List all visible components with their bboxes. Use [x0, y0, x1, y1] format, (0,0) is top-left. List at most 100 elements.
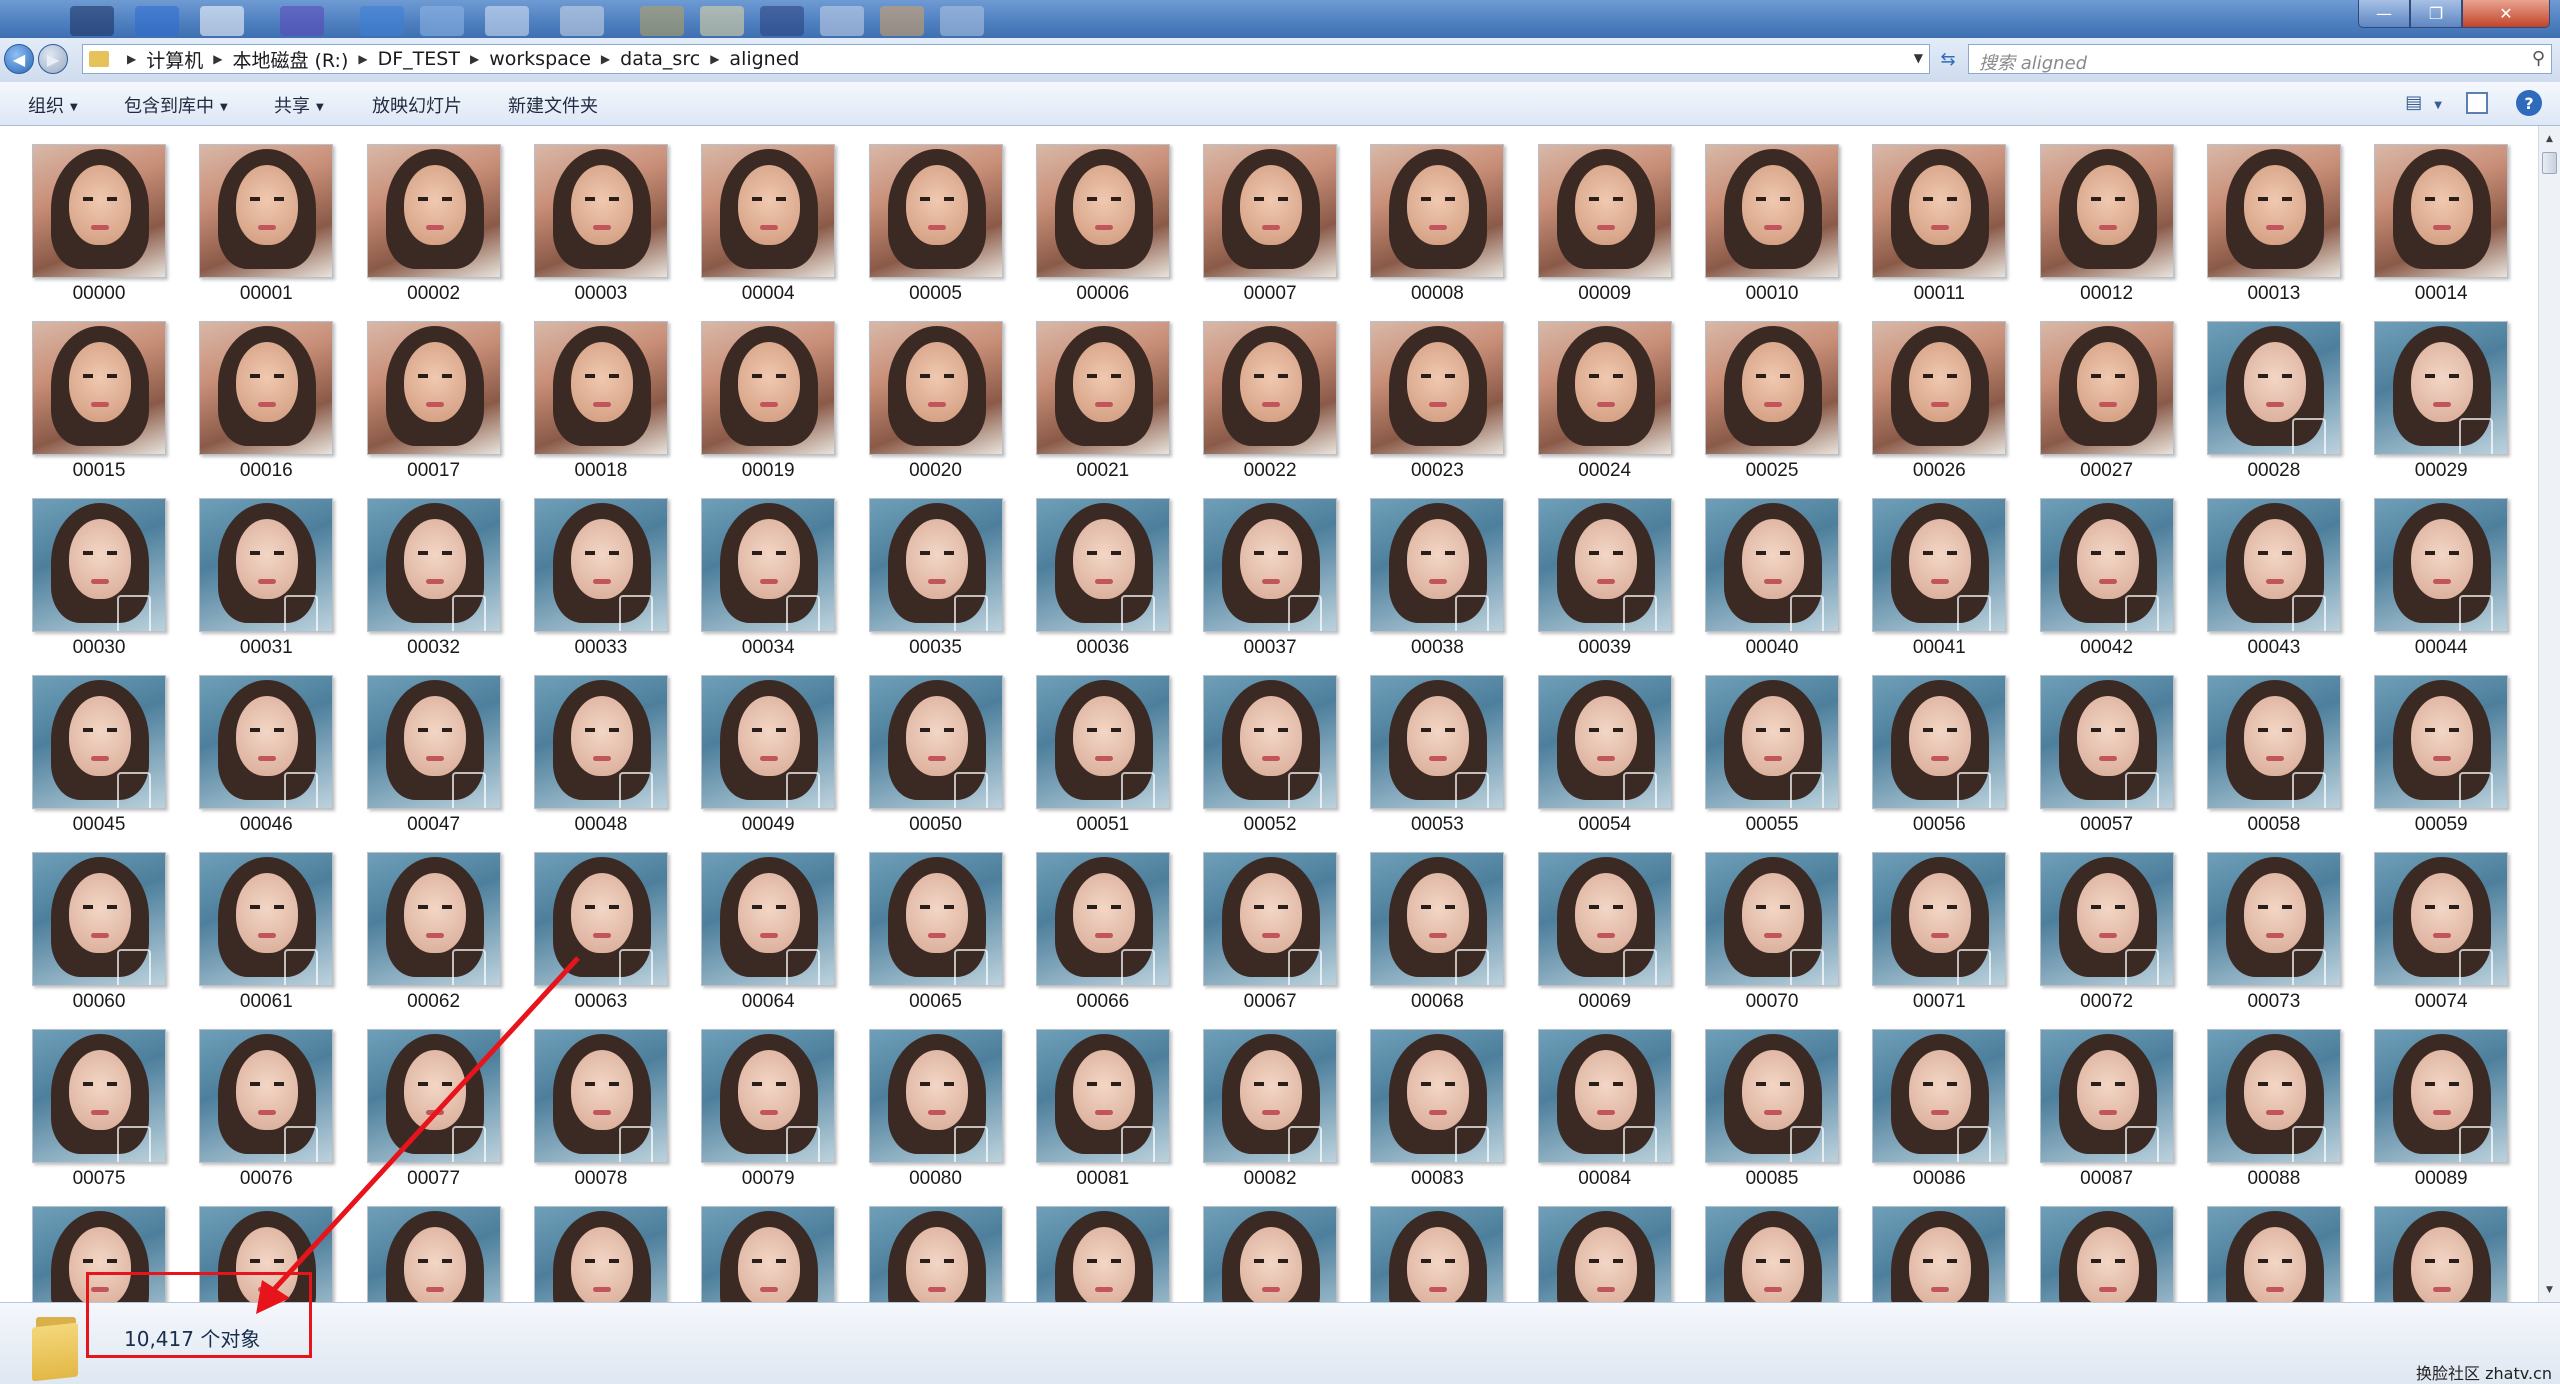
image-thumbnail[interactable] — [701, 498, 836, 632]
image-thumbnail[interactable] — [2374, 1029, 2509, 1163]
file-item[interactable] — [1872, 1206, 2007, 1302]
image-thumbnail[interactable] — [1203, 852, 1338, 986]
image-thumbnail[interactable] — [1872, 1029, 2007, 1163]
image-thumbnail[interactable] — [1872, 144, 2007, 278]
image-thumbnail[interactable] — [2374, 144, 2509, 278]
chevron-right-icon[interactable]: ▶ — [358, 52, 367, 66]
image-thumbnail[interactable] — [868, 144, 1003, 278]
image-thumbnail[interactable] — [1537, 321, 1672, 455]
image-thumbnail[interactable] — [701, 852, 836, 986]
file-item[interactable]: 00035 — [868, 498, 1003, 668]
file-item[interactable]: 00065 — [868, 852, 1003, 1022]
file-item[interactable]: 00053 — [1370, 675, 1505, 845]
image-thumbnail[interactable] — [701, 1029, 836, 1163]
help-icon[interactable]: ? — [2516, 90, 2542, 116]
image-thumbnail[interactable] — [1203, 675, 1338, 809]
file-item[interactable]: 00032 — [366, 498, 501, 668]
image-thumbnail[interactable] — [2206, 1029, 2341, 1163]
file-item[interactable]: 00050 — [868, 675, 1003, 845]
file-item[interactable]: 00049 — [701, 675, 836, 845]
image-thumbnail[interactable] — [32, 1029, 166, 1163]
file-item[interactable]: 00003 — [533, 144, 668, 314]
file-item[interactable]: 00069 — [1537, 852, 1672, 1022]
image-thumbnail[interactable] — [533, 144, 668, 278]
image-thumbnail[interactable] — [2374, 498, 2509, 632]
file-item[interactable]: 00063 — [533, 852, 668, 1022]
image-thumbnail[interactable] — [2039, 675, 2174, 809]
image-thumbnail[interactable] — [2374, 852, 2509, 986]
image-thumbnail[interactable] — [1035, 1206, 1170, 1302]
file-item[interactable]: 00084 — [1537, 1029, 1672, 1199]
file-item[interactable]: 00001 — [199, 144, 334, 314]
image-thumbnail[interactable] — [2039, 1029, 2174, 1163]
image-thumbnail[interactable] — [2039, 321, 2174, 455]
image-thumbnail[interactable] — [2206, 675, 2341, 809]
chevron-right-icon[interactable]: ▶ — [470, 52, 479, 66]
image-thumbnail[interactable] — [1705, 498, 1839, 632]
image-thumbnail[interactable] — [199, 852, 334, 986]
file-item[interactable]: 00051 — [1035, 675, 1170, 845]
image-thumbnail[interactable] — [199, 321, 334, 455]
file-item[interactable]: 00072 — [2039, 852, 2174, 1022]
image-thumbnail[interactable] — [1035, 1029, 1170, 1163]
image-thumbnail[interactable] — [1872, 321, 2007, 455]
image-thumbnail[interactable] — [1203, 498, 1338, 632]
file-item[interactable]: 00052 — [1203, 675, 1338, 845]
breadcrumb-aligned[interactable]: aligned — [729, 48, 799, 70]
share-button[interactable]: 共享 ▼ — [274, 92, 324, 118]
file-item[interactable]: 00005 — [868, 144, 1003, 314]
image-thumbnail[interactable] — [1370, 1206, 1505, 1302]
image-thumbnail[interactable] — [1537, 675, 1672, 809]
image-thumbnail[interactable] — [868, 675, 1003, 809]
breadcrumb-data-src[interactable]: data_src — [620, 48, 700, 70]
image-thumbnail[interactable] — [1872, 498, 2007, 632]
file-item[interactable]: 00074 — [2374, 852, 2509, 1022]
image-thumbnail[interactable] — [533, 1206, 668, 1302]
file-item[interactable]: 00012 — [2039, 144, 2174, 314]
file-item[interactable] — [1705, 1206, 1839, 1302]
image-thumbnail[interactable] — [1705, 321, 1839, 455]
file-item[interactable]: 00034 — [701, 498, 836, 668]
image-thumbnail[interactable] — [1705, 852, 1839, 986]
file-item[interactable]: 00046 — [199, 675, 334, 845]
image-thumbnail[interactable] — [1203, 1206, 1338, 1302]
image-thumbnail[interactable] — [533, 852, 668, 986]
file-item[interactable]: 00038 — [1370, 498, 1505, 668]
image-thumbnail[interactable] — [2206, 852, 2341, 986]
file-item[interactable]: 00006 — [1035, 144, 1170, 314]
preview-pane-button[interactable] — [2466, 92, 2488, 114]
file-item[interactable]: 00010 — [1705, 144, 1839, 314]
image-thumbnail[interactable] — [199, 144, 334, 278]
image-thumbnail[interactable] — [1370, 498, 1505, 632]
file-item[interactable]: 00044 — [2374, 498, 2509, 668]
file-item[interactable]: 00067 — [1203, 852, 1338, 1022]
file-item[interactable]: 00045 — [32, 675, 166, 845]
file-item[interactable]: 00078 — [533, 1029, 668, 1199]
chevron-right-icon[interactable]: ▶ — [601, 52, 610, 66]
file-item[interactable]: 00019 — [701, 321, 836, 491]
file-item[interactable]: 00009 — [1537, 144, 1672, 314]
scroll-up-icon[interactable]: ▲ — [2541, 130, 2558, 147]
file-item[interactable]: 00037 — [1203, 498, 1338, 668]
image-thumbnail[interactable] — [366, 852, 501, 986]
file-item[interactable]: 00077 — [366, 1029, 501, 1199]
file-item[interactable] — [533, 1206, 668, 1302]
image-thumbnail[interactable] — [2374, 321, 2509, 455]
image-thumbnail[interactable] — [1705, 675, 1839, 809]
file-item[interactable]: 00008 — [1370, 144, 1505, 314]
view-options-button[interactable]: ▤ ▼ — [2405, 92, 2442, 113]
file-item[interactable]: 00026 — [1872, 321, 2007, 491]
file-item[interactable] — [1537, 1206, 1672, 1302]
image-thumbnail[interactable] — [1370, 852, 1505, 986]
chevron-right-icon[interactable]: ▶ — [710, 52, 719, 66]
image-thumbnail[interactable] — [701, 675, 836, 809]
image-thumbnail[interactable] — [366, 321, 501, 455]
file-item[interactable]: 00047 — [366, 675, 501, 845]
image-thumbnail[interactable] — [32, 675, 166, 809]
image-thumbnail[interactable] — [199, 498, 334, 632]
file-item[interactable]: 00058 — [2206, 675, 2341, 845]
image-thumbnail[interactable] — [1035, 498, 1170, 632]
file-item[interactable]: 00020 — [868, 321, 1003, 491]
image-thumbnail[interactable] — [2206, 144, 2341, 278]
image-thumbnail[interactable] — [2039, 1206, 2174, 1302]
